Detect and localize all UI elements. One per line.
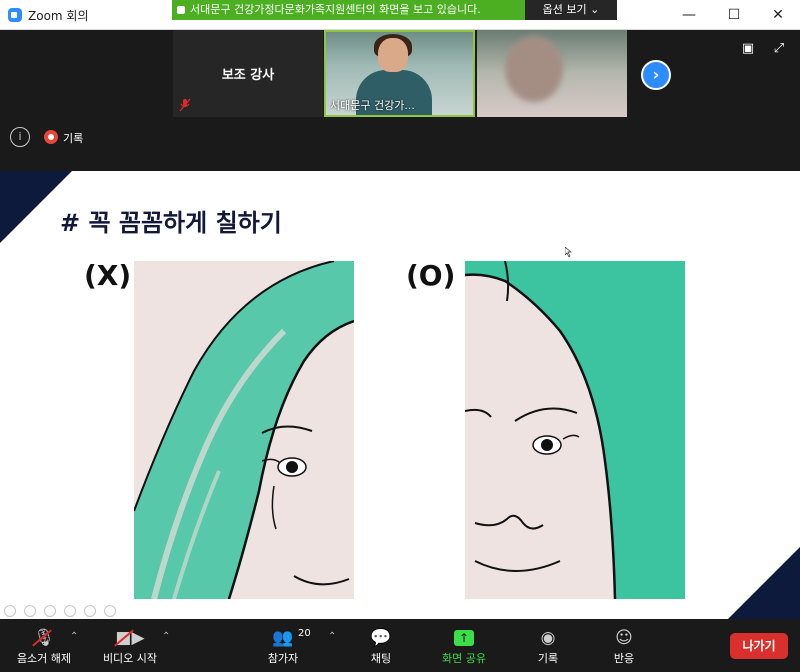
- minimize-button[interactable]: —: [667, 0, 711, 30]
- record-label: 기록: [537, 652, 559, 665]
- chat-label: 채팅: [370, 652, 392, 665]
- shared-slide: # 꼭 꼼꼼하게 칠하기 (X) (O): [0, 171, 800, 619]
- bad-example-label: (X): [84, 259, 132, 292]
- close-button[interactable]: ✕: [756, 0, 800, 30]
- reactions-label: 반응: [613, 652, 635, 665]
- annotation-toolbar: [4, 602, 119, 617]
- share-banner-text: 서대문구 건강가정다문화가족지원센터의 화면을 보고 있습니다.: [190, 3, 481, 16]
- reaction-icon: ☺: [615, 628, 633, 648]
- unmute-label: 음소거 해제: [16, 652, 72, 665]
- layout-view-icon[interactable]: ▣: [740, 42, 756, 56]
- share-screen-icon: ↑: [424, 627, 504, 649]
- blurred-face: [505, 36, 563, 102]
- view-options-button[interactable]: 옵션 보기 ⌄: [525, 0, 617, 20]
- maximize-button[interactable]: ☐: [712, 0, 756, 30]
- window-title: Zoom 회의: [28, 9, 89, 23]
- annotation-copy-icon[interactable]: [64, 605, 77, 617]
- participant-count: 20: [298, 628, 311, 639]
- fullscreen-icon[interactable]: ⤢: [771, 42, 787, 56]
- chat-button[interactable]: 💬 채팅: [341, 627, 421, 666]
- annotation-minus-icon[interactable]: [104, 605, 117, 617]
- video-tile-participant[interactable]: [477, 30, 627, 117]
- participant-name: 서대문구 건강가...: [330, 99, 415, 112]
- recording-label: 기록: [63, 132, 84, 145]
- start-video-label: 비디오 시작: [102, 652, 158, 665]
- annotation-grid-icon[interactable]: [44, 605, 57, 617]
- start-video-button[interactable]: ■▶ 비디오 시작: [90, 627, 170, 666]
- video-camera-icon: ■▶: [115, 628, 145, 648]
- meeting-toolbar: 🎙 음소거 해제 ⌃ ■▶ 비디오 시작 ⌃ 👥 참가자 20 ⌃ 💬 채팅 ↑…: [0, 619, 800, 672]
- bad-example-painting: [134, 261, 354, 599]
- participants-icon: 👥: [272, 628, 294, 648]
- annotation-zoom-icon[interactable]: [84, 605, 97, 617]
- chat-icon: 💬: [370, 628, 392, 648]
- record-button[interactable]: ◉ 기록: [508, 627, 588, 666]
- good-example-label: (O): [406, 259, 456, 292]
- slide-title: # 꼭 꼼꼼하게 칠하기: [60, 209, 282, 237]
- annotation-back-icon[interactable]: [4, 605, 16, 617]
- recording-icon: [44, 130, 58, 144]
- participant-name: 보조 강사: [221, 68, 275, 83]
- screen-share-banner: 서대문구 건강가정다문화가족지원센터의 화면을 보고 있습니다.: [172, 0, 525, 20]
- record-icon: ◉: [540, 628, 556, 648]
- video-options-caret-icon[interactable]: ⌃: [162, 631, 170, 642]
- muted-mic-icon: [179, 98, 191, 112]
- next-page-arrow-icon[interactable]: ›: [641, 60, 671, 90]
- share-indicator-icon: [177, 6, 185, 14]
- participants-label: 참가자: [267, 652, 299, 665]
- video-tile-assistant[interactable]: 보조 강사: [173, 30, 323, 117]
- video-strip: 보조 강사 서대문구 건강가... › ▣ ⤢ i 기록: [0, 30, 800, 171]
- share-screen-label: 화면 공유: [442, 652, 486, 665]
- video-tile-active-speaker[interactable]: 서대문구 건강가...: [324, 30, 475, 117]
- leave-meeting-button[interactable]: 나가기: [730, 633, 788, 659]
- meeting-info-icon[interactable]: i: [10, 127, 30, 147]
- good-example-painting: [465, 261, 685, 599]
- annotation-forward-icon[interactable]: [24, 605, 37, 617]
- audio-options-caret-icon[interactable]: ⌃: [70, 631, 78, 642]
- slide-corner-decoration: [728, 547, 800, 619]
- participants-button[interactable]: 👥 참가자: [243, 627, 323, 666]
- mouse-cursor-icon: [564, 246, 573, 258]
- reactions-button[interactable]: ☺ 반응: [584, 627, 664, 666]
- zoom-app-icon: [8, 8, 22, 22]
- share-screen-button[interactable]: ↑ 화면 공유: [424, 627, 504, 666]
- participants-options-caret-icon[interactable]: ⌃: [328, 631, 336, 642]
- title-bar: Zoom 회의 서대문구 건강가정다문화가족지원센터의 화면을 보고 있습니다.…: [0, 0, 800, 30]
- zoom-meeting-window: Zoom 회의 서대문구 건강가정다문화가족지원센터의 화면을 보고 있습니다.…: [0, 0, 800, 672]
